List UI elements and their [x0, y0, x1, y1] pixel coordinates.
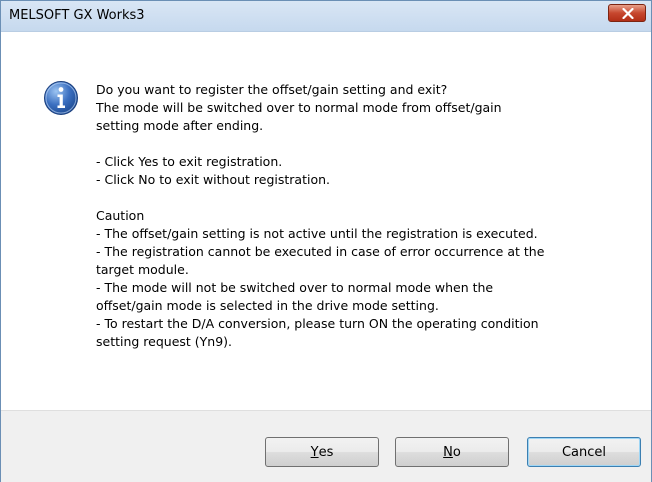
message-line: offset/gain mode is selected in the driv… — [96, 298, 439, 313]
message-line: - The registration cannot be executed in… — [96, 244, 545, 259]
cancel-button-label: Cancel — [561, 444, 607, 460]
message-line: - The offset/gain setting is not active … — [96, 226, 538, 241]
close-icon — [622, 8, 634, 19]
yes-button-label: es — [318, 444, 334, 460]
message-line: The mode will be switched over to normal… — [96, 100, 502, 115]
message-line: - To restart the D/A conversion, please … — [96, 316, 539, 331]
message-text: Do you want to register the offset/gain … — [96, 81, 641, 351]
title-bar[interactable]: MELSOFT GX Works3 — [1, 1, 651, 32]
button-bar: Yes No Cancel — [1, 410, 651, 482]
no-button[interactable]: No — [395, 437, 509, 467]
message-area: Do you want to register the offset/gain … — [1, 32, 651, 410]
message-line: Do you want to register the offset/gain … — [96, 82, 448, 97]
no-button-accel: N — [443, 444, 453, 460]
caution-title: Caution — [96, 208, 145, 223]
message-line: setting request (Yn9). — [96, 334, 233, 349]
dialog-window: MELSOFT GX Works3 Do you want to registe… — [0, 0, 652, 482]
information-icon — [44, 81, 78, 115]
message-line: - Click Yes to exit registration. — [96, 154, 283, 169]
close-button[interactable] — [608, 4, 646, 22]
message-line: setting mode after ending. — [96, 118, 264, 133]
yes-button-accel: Y — [310, 444, 319, 460]
message-line: - The mode will not be switched over to … — [96, 280, 494, 295]
window-title: MELSOFT GX Works3 — [9, 8, 145, 23]
message-line: - Click No to exit without registration. — [96, 172, 331, 187]
no-button-label: o — [452, 444, 461, 460]
message-line: target module. — [96, 262, 189, 277]
yes-button[interactable]: Yes — [265, 437, 379, 467]
cancel-button[interactable]: Cancel — [527, 437, 641, 467]
